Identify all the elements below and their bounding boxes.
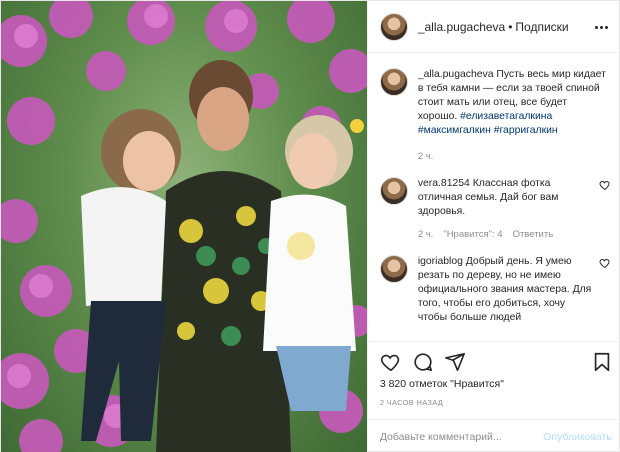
following-button[interactable]: Подписки: [515, 20, 568, 34]
author-avatar[interactable]: [379, 12, 408, 41]
commenter-avatar[interactable]: [379, 177, 408, 205]
add-comment-bar: Опубликовать: [367, 419, 620, 452]
comment-meta: 2 ч. "Нравится": 4 Ответить: [418, 228, 596, 242]
comment-item: vera.81254 Классная фотка отличная семья…: [379, 177, 611, 242]
post-side-panel: _alla.pugacheva • Подписки _alla.pugache…: [366, 1, 620, 452]
action-bar: [367, 341, 620, 381]
more-options-icon[interactable]: [593, 18, 611, 36]
comment-likes[interactable]: "Нравится": 4: [443, 228, 502, 242]
comments-list[interactable]: _alla.pugacheva Пусть весь мир кидает в …: [368, 54, 620, 341]
author-username[interactable]: _alla.pugacheva: [418, 20, 505, 34]
heart-icon[interactable]: [380, 351, 402, 373]
comment-input[interactable]: [379, 430, 530, 443]
commenter-username[interactable]: igoriablog: [418, 256, 463, 267]
post-time[interactable]: 2 ЧАСОВ НАЗАД: [380, 398, 443, 407]
comment-body: vera.81254 Классная фотка отличная семья…: [418, 177, 596, 242]
caption-item: _alla.pugacheva Пусть весь мир кидает в …: [379, 68, 609, 164]
commenter-username[interactable]: vera.81254: [418, 178, 470, 189]
post-photo[interactable]: [1, 1, 367, 452]
comment-heart-icon[interactable]: [599, 257, 611, 269]
comment-body: igoriablog Добрый день. Я умею резать по…: [418, 255, 596, 325]
caption-meta: 2 ч.: [418, 150, 608, 164]
publish-button[interactable]: Опубликовать: [543, 431, 612, 443]
post-header: _alla.pugacheva • Подписки: [367, 1, 620, 53]
commenter-avatar[interactable]: [379, 255, 408, 283]
comment-time: 2 ч.: [417, 229, 434, 240]
caption-username[interactable]: _alla.pugacheva: [418, 69, 494, 80]
reply-button[interactable]: Ответить: [513, 228, 554, 242]
family-photo-illustration: [1, 1, 367, 452]
caption-avatar[interactable]: [379, 68, 408, 96]
caption-time: 2 ч.: [417, 151, 434, 162]
comment-heart-icon[interactable]: [599, 179, 611, 191]
header-separator: •: [508, 19, 513, 34]
share-icon[interactable]: [444, 351, 466, 373]
caption-body: _alla.pugacheva Пусть весь мир кидает в …: [418, 68, 608, 164]
comment-icon[interactable]: [412, 351, 434, 373]
bookmark-icon[interactable]: [591, 351, 613, 373]
comment-item: igoriablog Добрый день. Я умею резать по…: [379, 255, 611, 325]
likes-count[interactable]: 3 820 отметок "Нравится": [380, 378, 504, 390]
instagram-post: _alla.pugacheva • Подписки _alla.pugache…: [0, 0, 620, 452]
